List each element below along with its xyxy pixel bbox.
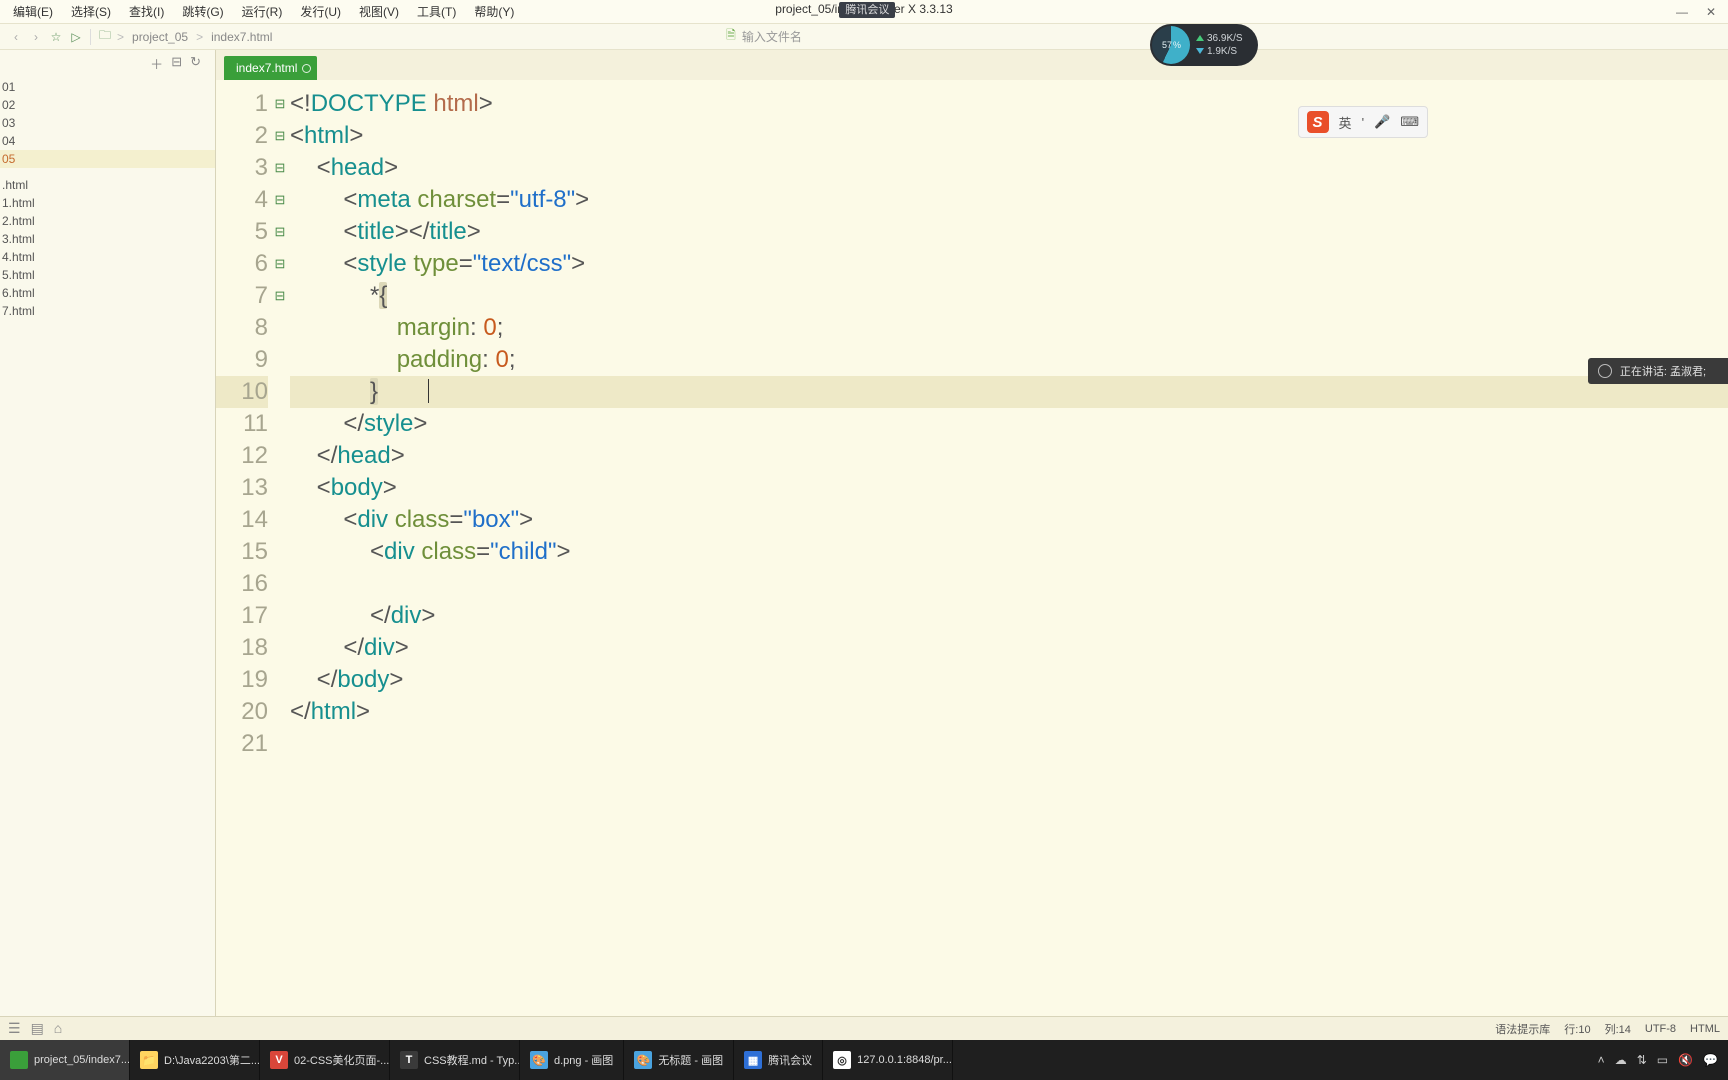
- taskbar-item[interactable]: 📁D:\Java2203\第二...: [130, 1040, 260, 1080]
- taskbar-item[interactable]: 🎨d.png - 画图: [520, 1040, 624, 1080]
- status-col[interactable]: 列:14: [1605, 1021, 1631, 1037]
- taskbar-item[interactable]: 🎨无标题 - 画图: [624, 1040, 734, 1080]
- problems-icon[interactable]: ⌂: [54, 1020, 62, 1037]
- code-editor[interactable]: 123456789101112131415161718192021 ⊟⊟⊟⊟⊟⊟…: [216, 80, 1728, 1016]
- perf-widget[interactable]: 57% 36.9K/S 1.9K/S: [1150, 24, 1258, 66]
- sidebar-item[interactable]: 6.html: [0, 284, 215, 302]
- menu-item[interactable]: 视图(V): [350, 3, 408, 20]
- back-icon[interactable]: ‹: [6, 30, 26, 44]
- status-lang[interactable]: HTML: [1690, 1023, 1720, 1035]
- sidebar-item[interactable]: 03: [0, 114, 215, 132]
- new-file-icon: 🗎: [726, 26, 736, 47]
- outline-icon[interactable]: ☰: [8, 1020, 21, 1037]
- taskbar-item[interactable]: ◎127.0.0.1:8848/pr...: [823, 1040, 953, 1080]
- net-up: 36.9K/S: [1196, 33, 1243, 44]
- toolbar: ‹ › ☆ ▷ 🗀 >project_05 >index7.html 🗎 输入文…: [0, 24, 1728, 50]
- tray-cloud-icon[interactable]: ☁: [1615, 1053, 1627, 1067]
- speaking-label: 正在讲话: 孟淑君;: [1620, 363, 1706, 379]
- quick-open-placeholder: 输入文件名: [742, 28, 1002, 45]
- tray-volume-icon[interactable]: 🔇: [1678, 1053, 1693, 1067]
- refresh-icon[interactable]: ↻: [190, 54, 201, 73]
- statusbar: ☰ ▤ ⌂ 语法提示库 行:10 列:14 UTF-8 HTML: [0, 1016, 1728, 1040]
- sidebar-item[interactable]: 3.html: [0, 230, 215, 248]
- tray-battery-icon[interactable]: ▭: [1657, 1053, 1668, 1067]
- tab-active[interactable]: index7.html: [224, 56, 317, 80]
- ime-bar[interactable]: S 英 ' 🎤 ⌨: [1298, 106, 1428, 138]
- close-icon[interactable]: ✕: [1706, 5, 1716, 19]
- minimize-icon[interactable]: —: [1676, 5, 1688, 19]
- mic-icon[interactable]: 🎤: [1374, 114, 1390, 130]
- sidebar-item[interactable]: 4.html: [0, 248, 215, 266]
- menu-item[interactable]: 发行(U): [291, 3, 350, 20]
- cpu-ring: 57%: [1152, 26, 1190, 64]
- menu-item[interactable]: 查找(I): [120, 3, 173, 20]
- sidebar-item[interactable]: 5.html: [0, 266, 215, 284]
- taskbar: project_05/index7...📁D:\Java2203\第二...V0…: [0, 1040, 1728, 1080]
- sidebar: ＋ ⊟ ↻ 0102030405 .html1.html2.html3.html…: [0, 50, 216, 1016]
- taskbar-item[interactable]: ▦腾讯会议: [734, 1040, 823, 1080]
- sogou-icon: S: [1307, 111, 1329, 133]
- sidebar-item[interactable]: 1.html: [0, 194, 215, 212]
- menu-item[interactable]: 帮助(Y): [465, 3, 523, 20]
- speaking-overlay: 正在讲话: 孟淑君;: [1588, 358, 1728, 384]
- ime-sep: ': [1362, 115, 1364, 130]
- status-enc[interactable]: UTF-8: [1645, 1023, 1676, 1035]
- sidebar-item[interactable]: .html: [0, 176, 215, 194]
- sidebar-item[interactable]: 02: [0, 96, 215, 114]
- menu-item[interactable]: 编辑(E): [4, 3, 62, 20]
- menu-item[interactable]: 选择(S): [62, 3, 120, 20]
- star-icon[interactable]: ☆: [46, 30, 66, 44]
- ime-lang: 英: [1339, 113, 1352, 132]
- sidebar-item[interactable]: 01: [0, 78, 215, 96]
- forward-icon[interactable]: ›: [26, 30, 46, 44]
- quick-open[interactable]: 🗎 输入文件名: [726, 26, 1002, 47]
- menu-item[interactable]: 运行(R): [233, 3, 292, 20]
- terminal-icon[interactable]: ▤: [31, 1020, 44, 1037]
- taskbar-item[interactable]: V02-CSS美化页面-...: [260, 1040, 390, 1080]
- folder-icon[interactable]: 🗀: [95, 26, 115, 47]
- menubar: project_05/inde...腾讯会议Builder X 3.3.13 编…: [0, 0, 1728, 24]
- run-icon[interactable]: ▷: [66, 30, 86, 44]
- menu-item[interactable]: 跳转(G): [173, 3, 232, 20]
- taskbar-item[interactable]: project_05/index7...: [0, 1040, 130, 1080]
- menu-item[interactable]: 工具(T): [408, 3, 465, 20]
- sidebar-item[interactable]: 7.html: [0, 302, 215, 320]
- collapse-icon[interactable]: ⊟: [171, 54, 182, 73]
- sidebar-item[interactable]: 2.html: [0, 212, 215, 230]
- tray-chevron-icon[interactable]: ˄: [1598, 1053, 1605, 1067]
- tabbar: index7.html: [216, 50, 1728, 80]
- net-down: 1.9K/S: [1196, 46, 1243, 57]
- system-tray[interactable]: ˄ ☁ ⇅ ▭ 🔇 💬: [1588, 1053, 1728, 1067]
- status-hint[interactable]: 语法提示库: [1495, 1021, 1550, 1037]
- sidebar-item[interactable]: 04: [0, 132, 215, 150]
- keyboard-icon[interactable]: ⌨: [1400, 114, 1419, 130]
- add-icon[interactable]: ＋: [150, 54, 163, 73]
- tray-wifi-icon[interactable]: ⇅: [1637, 1053, 1647, 1067]
- taskbar-item[interactable]: TCSS教程.md - Typ...: [390, 1040, 520, 1080]
- sidebar-item[interactable]: 05: [0, 150, 215, 168]
- mic-icon: [1598, 364, 1612, 378]
- status-line[interactable]: 行:10: [1564, 1021, 1590, 1037]
- breadcrumb[interactable]: >project_05 >index7.html: [115, 30, 274, 44]
- tray-notif-icon[interactable]: 💬: [1703, 1053, 1718, 1067]
